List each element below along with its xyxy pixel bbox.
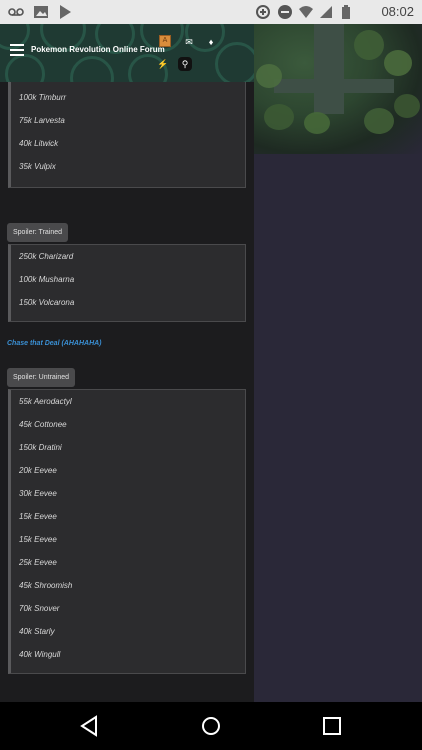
voicemail-icon xyxy=(8,8,24,16)
android-nav-bar xyxy=(0,702,422,750)
clock: 08:02 xyxy=(381,4,414,19)
list-item: 100k Musharna xyxy=(19,275,75,284)
list-item: 55k Aerodactyl xyxy=(19,397,72,406)
status-bar: 08:02 xyxy=(0,0,422,24)
forum-title[interactable]: Pokemon Revolution Online Forum xyxy=(31,45,165,54)
list-item: 45k Cottonee xyxy=(19,420,67,429)
spoiler-content-first: 100k Timburr 75k Larvesta 40k Litwick 35… xyxy=(8,82,246,188)
wifi-icon xyxy=(299,6,313,18)
list-item: 40k Starly xyxy=(19,627,55,636)
forum-header: Pokemon Revolution Online Forum A ✉ ♦ ⚡ … xyxy=(0,24,254,82)
list-item: 250k Charizard xyxy=(19,252,74,261)
list-item: 15k Eevee xyxy=(19,512,57,521)
list-item: 35k Vulpix xyxy=(19,162,56,171)
user-avatar[interactable]: A xyxy=(159,35,171,47)
list-item: 20k Eevee xyxy=(19,466,57,475)
image-icon xyxy=(34,6,48,18)
list-item: 40k Wingull xyxy=(19,650,61,659)
back-icon[interactable] xyxy=(78,714,102,738)
chase-deal-link[interactable]: Chase that Deal (AHAHAHA) xyxy=(7,340,102,347)
play-store-icon xyxy=(60,5,71,19)
lightning-icon[interactable]: ⚡ xyxy=(156,57,170,71)
spoiler-content-trained: 250k Charizard 100k Musharna 150k Volcar… xyxy=(8,244,246,322)
list-item: 150k Dratini xyxy=(19,443,62,452)
list-item: 100k Timburr xyxy=(19,93,67,102)
signal-icon xyxy=(320,6,332,18)
list-item: 150k Volcarona xyxy=(19,298,75,307)
list-item: 45k Shroomish xyxy=(19,581,73,590)
data-saver-icon xyxy=(256,5,270,19)
list-item: 70k Snover xyxy=(19,604,60,613)
screen: 08:02 Pokemon Revolution Online Forum A … xyxy=(0,0,422,750)
list-item: 30k Eevee xyxy=(19,489,57,498)
forest-background-image xyxy=(254,24,422,154)
mail-icon[interactable]: ✉ xyxy=(182,35,196,49)
recents-icon[interactable] xyxy=(320,714,344,738)
battery-icon xyxy=(342,5,350,19)
do-not-disturb-icon xyxy=(278,5,292,19)
search-icon[interactable]: ⚲ xyxy=(178,57,192,71)
list-item: 40k Litwick xyxy=(19,139,59,148)
bell-icon[interactable]: ♦ xyxy=(204,35,218,49)
spoiler-untrained-button[interactable]: Spoiler: Untrained xyxy=(7,368,76,387)
list-item: 25k Eevee xyxy=(19,558,57,567)
spoiler-trained-button[interactable]: Spoiler: Trained xyxy=(7,223,69,242)
list-item: 75k Larvesta xyxy=(19,116,65,125)
home-icon[interactable] xyxy=(199,714,223,738)
list-item: 15k Eevee xyxy=(19,535,57,544)
spoiler-content-untrained: 55k Aerodactyl 45k Cottonee 150k Dratini… xyxy=(8,389,246,674)
menu-icon[interactable] xyxy=(10,44,24,56)
